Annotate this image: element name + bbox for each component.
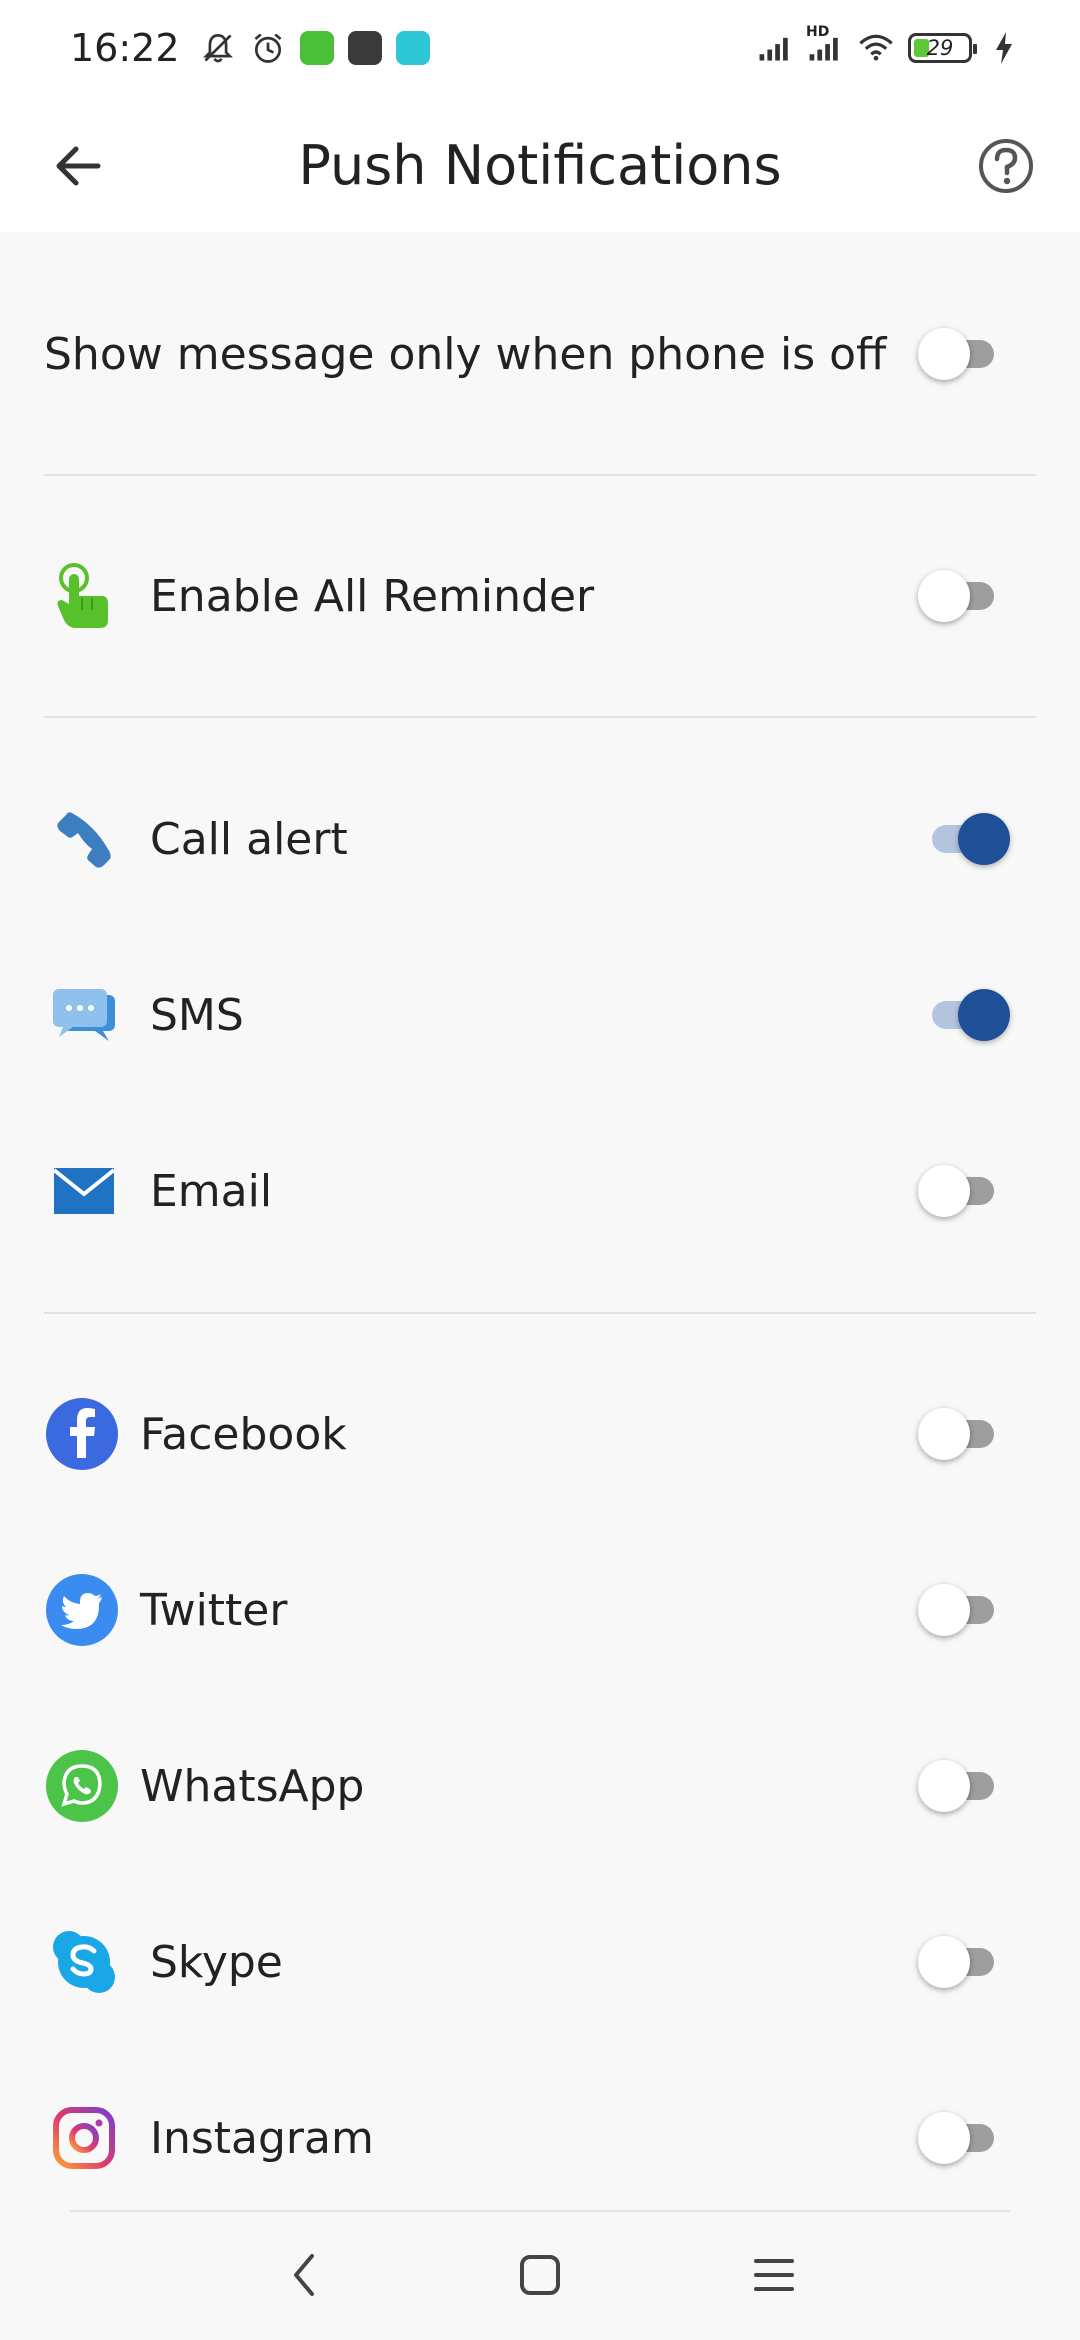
setting-show-message-off: Show message only when phone is off (0, 266, 1080, 442)
toggle-knob (918, 1936, 970, 1988)
nav-home-icon (520, 2255, 560, 2295)
setting-facebook: Facebook (0, 1346, 1080, 1522)
sms-toggle[interactable] (918, 985, 1010, 1045)
status-left: 16:22 (70, 26, 430, 70)
toggle-knob (958, 813, 1010, 865)
nav-menu-icon (754, 2259, 794, 2291)
battery-icon: 29 (908, 33, 977, 63)
toggle-knob (918, 2112, 970, 2164)
setting-label: Email (150, 1165, 273, 1217)
whatsapp-icon (42, 1746, 122, 1826)
hand-tap-icon (44, 556, 124, 636)
setting-label: Call alert (150, 813, 348, 865)
nav-home-button[interactable] (500, 2240, 580, 2310)
nav-menu-button[interactable] (734, 2240, 814, 2310)
divider (44, 716, 1036, 718)
setting-label: SMS (150, 989, 244, 1041)
twitter-icon (42, 1570, 122, 1650)
app-header: Push Notifications (0, 96, 1080, 232)
instagram-icon (44, 2098, 124, 2178)
setting-label: Instagram (150, 2112, 374, 2164)
setting-enable-all: Enable All Reminder (0, 508, 1080, 684)
twitter-toggle[interactable] (918, 1580, 1008, 1640)
enable-all-toggle[interactable] (918, 566, 1008, 626)
skype-icon (44, 1922, 124, 2002)
setting-label: Skype (150, 1936, 283, 1988)
battery-level: 29 (926, 36, 954, 60)
setting-label: Enable All Reminder (150, 570, 595, 622)
toggle-knob (918, 570, 970, 622)
help-circle-icon (979, 139, 1033, 193)
charging-icon (986, 30, 1022, 66)
nav-divider (70, 2210, 1010, 2212)
nav-back-icon (294, 2254, 314, 2296)
status-bar: 16:22 HD 29 (0, 0, 1080, 96)
toggle-knob (918, 1584, 970, 1636)
facebook-toggle[interactable] (918, 1404, 1008, 1464)
setting-label: Show message only when phone is off (44, 328, 887, 380)
instagram-toggle[interactable] (918, 2108, 1008, 2168)
app-teal-icon (395, 31, 430, 65)
toggle-knob (918, 328, 970, 380)
page-title: Push Notifications (298, 134, 782, 197)
toggle-knob (918, 1165, 970, 1217)
divider (44, 1312, 1036, 1314)
help-button[interactable] (966, 126, 1046, 206)
setting-label: Facebook (140, 1408, 347, 1460)
phone-icon (44, 799, 124, 879)
call-alert-toggle[interactable] (918, 809, 1010, 869)
hd-signal-icon: HD (806, 24, 844, 66)
mute-icon (200, 30, 236, 66)
setting-skype: Skype (0, 1874, 1080, 2050)
setting-call-alert: Call alert (0, 751, 1080, 927)
status-right: HD 29 (758, 24, 1022, 66)
skype-toggle[interactable] (918, 1932, 1008, 1992)
show-message-off-toggle[interactable] (918, 324, 1008, 384)
toggle-knob (958, 989, 1010, 1041)
wifi-icon (858, 30, 894, 66)
sms-icon (44, 975, 124, 1055)
toggle-knob (918, 1408, 970, 1460)
nav-back-button[interactable] (264, 2240, 344, 2310)
whatsapp-toggle[interactable] (918, 1756, 1008, 1816)
app-green-icon (299, 31, 334, 65)
divider (44, 474, 1036, 476)
facebook-icon (42, 1394, 122, 1474)
signal-icon (758, 30, 794, 66)
setting-email: Email (0, 1103, 1080, 1279)
setting-sms: SMS (0, 927, 1080, 1103)
setting-label: WhatsApp (140, 1760, 365, 1812)
setting-whatsapp: WhatsApp (0, 1698, 1080, 1874)
email-icon (44, 1151, 124, 1231)
toggle-knob (918, 1760, 970, 1812)
alarm-icon (250, 30, 286, 66)
status-time: 16:22 (70, 26, 180, 70)
app-dark-icon (347, 31, 382, 65)
setting-instagram: Instagram (0, 2050, 1080, 2226)
email-toggle[interactable] (918, 1161, 1008, 1221)
setting-twitter: Twitter (0, 1522, 1080, 1698)
setting-label: Twitter (140, 1584, 288, 1636)
hd-label: HD (806, 24, 830, 40)
